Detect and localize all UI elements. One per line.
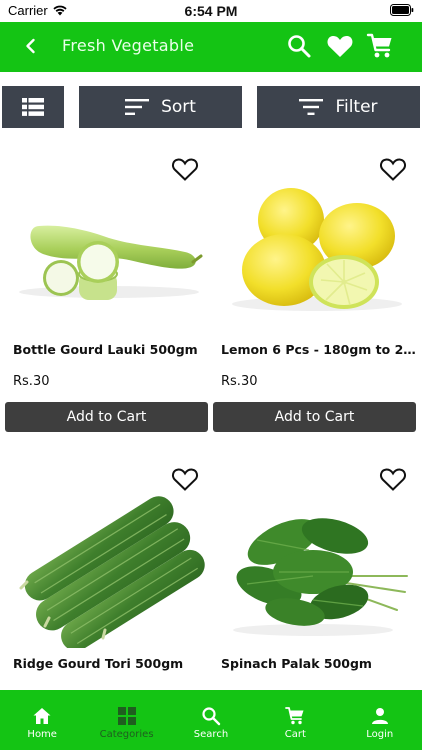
nav-search-label: Search	[193, 729, 229, 740]
nav-cart[interactable]: Cart	[253, 690, 337, 750]
filter-button[interactable]: Filter	[257, 86, 420, 128]
nav-login-label: Login	[366, 729, 394, 740]
product-card[interactable]: Ridge Gourd Tori 500gm	[5, 456, 211, 690]
lemon-image	[232, 188, 402, 311]
product-price: Rs.30	[221, 374, 258, 389]
clock: 6:54 PM	[184, 3, 238, 19]
status-bar: Carrier 6:54 PM	[0, 0, 422, 22]
bottom-nav: Home Categories Search Cart Login	[0, 690, 422, 750]
product-name[interactable]: Spinach Palak 500gm	[221, 656, 417, 671]
nav-categories[interactable]: Categories	[84, 690, 168, 750]
cart-icon[interactable]	[366, 32, 394, 60]
product-name[interactable]: Bottle Gourd Lauki 500gm	[13, 342, 209, 357]
sort-button[interactable]: Sort	[79, 86, 242, 128]
search-icon	[202, 707, 221, 726]
user-icon	[371, 708, 388, 724]
product-name[interactable]: Ridge Gourd Tori 500gm	[13, 656, 209, 671]
search-icon[interactable]	[286, 33, 312, 59]
nav-search[interactable]: Search	[169, 690, 253, 750]
filter-icon	[299, 99, 324, 115]
bottle-gourd-image	[19, 225, 203, 300]
list-view-icon	[22, 98, 44, 116]
nav-home[interactable]: Home	[0, 690, 84, 750]
product-card[interactable]: Lemon 6 Pcs - 180gm to 24... Rs.30 Add t…	[213, 146, 419, 446]
product-name[interactable]: Lemon 6 Pcs - 180gm to 24...	[221, 342, 417, 357]
add-to-cart-button[interactable]: Add to Cart	[5, 402, 208, 432]
back-arrow-icon[interactable]	[20, 35, 42, 57]
toolbar: Sort Filter	[0, 86, 422, 128]
sort-icon	[125, 99, 150, 115]
spinach-image	[233, 518, 408, 636]
list-view-button[interactable]	[2, 86, 64, 128]
home-icon	[33, 708, 51, 724]
wishlist-heart-icon[interactable]	[326, 33, 354, 59]
nav-cart-label: Cart	[284, 729, 306, 740]
app-header: Fresh Vegetable	[0, 22, 422, 72]
grid-icon	[117, 707, 136, 725]
page-title: Fresh Vegetable	[62, 36, 195, 55]
nav-login[interactable]: Login	[338, 690, 422, 750]
product-card[interactable]: Bottle Gourd Lauki 500gm Rs.30 Add to Ca…	[5, 146, 211, 446]
add-to-cart-button[interactable]: Add to Cart	[213, 402, 416, 432]
product-price: Rs.30	[13, 374, 50, 389]
battery-icon	[390, 4, 414, 16]
ridge-gourd-image	[19, 496, 205, 648]
sort-label: Sort	[161, 97, 196, 117]
nav-home-label: Home	[27, 729, 57, 740]
nav-categories-label: Categories	[99, 729, 154, 740]
cart-icon	[285, 707, 304, 725]
filter-label: Filter	[335, 97, 378, 117]
product-card[interactable]: Spinach Palak 500gm	[213, 456, 419, 690]
